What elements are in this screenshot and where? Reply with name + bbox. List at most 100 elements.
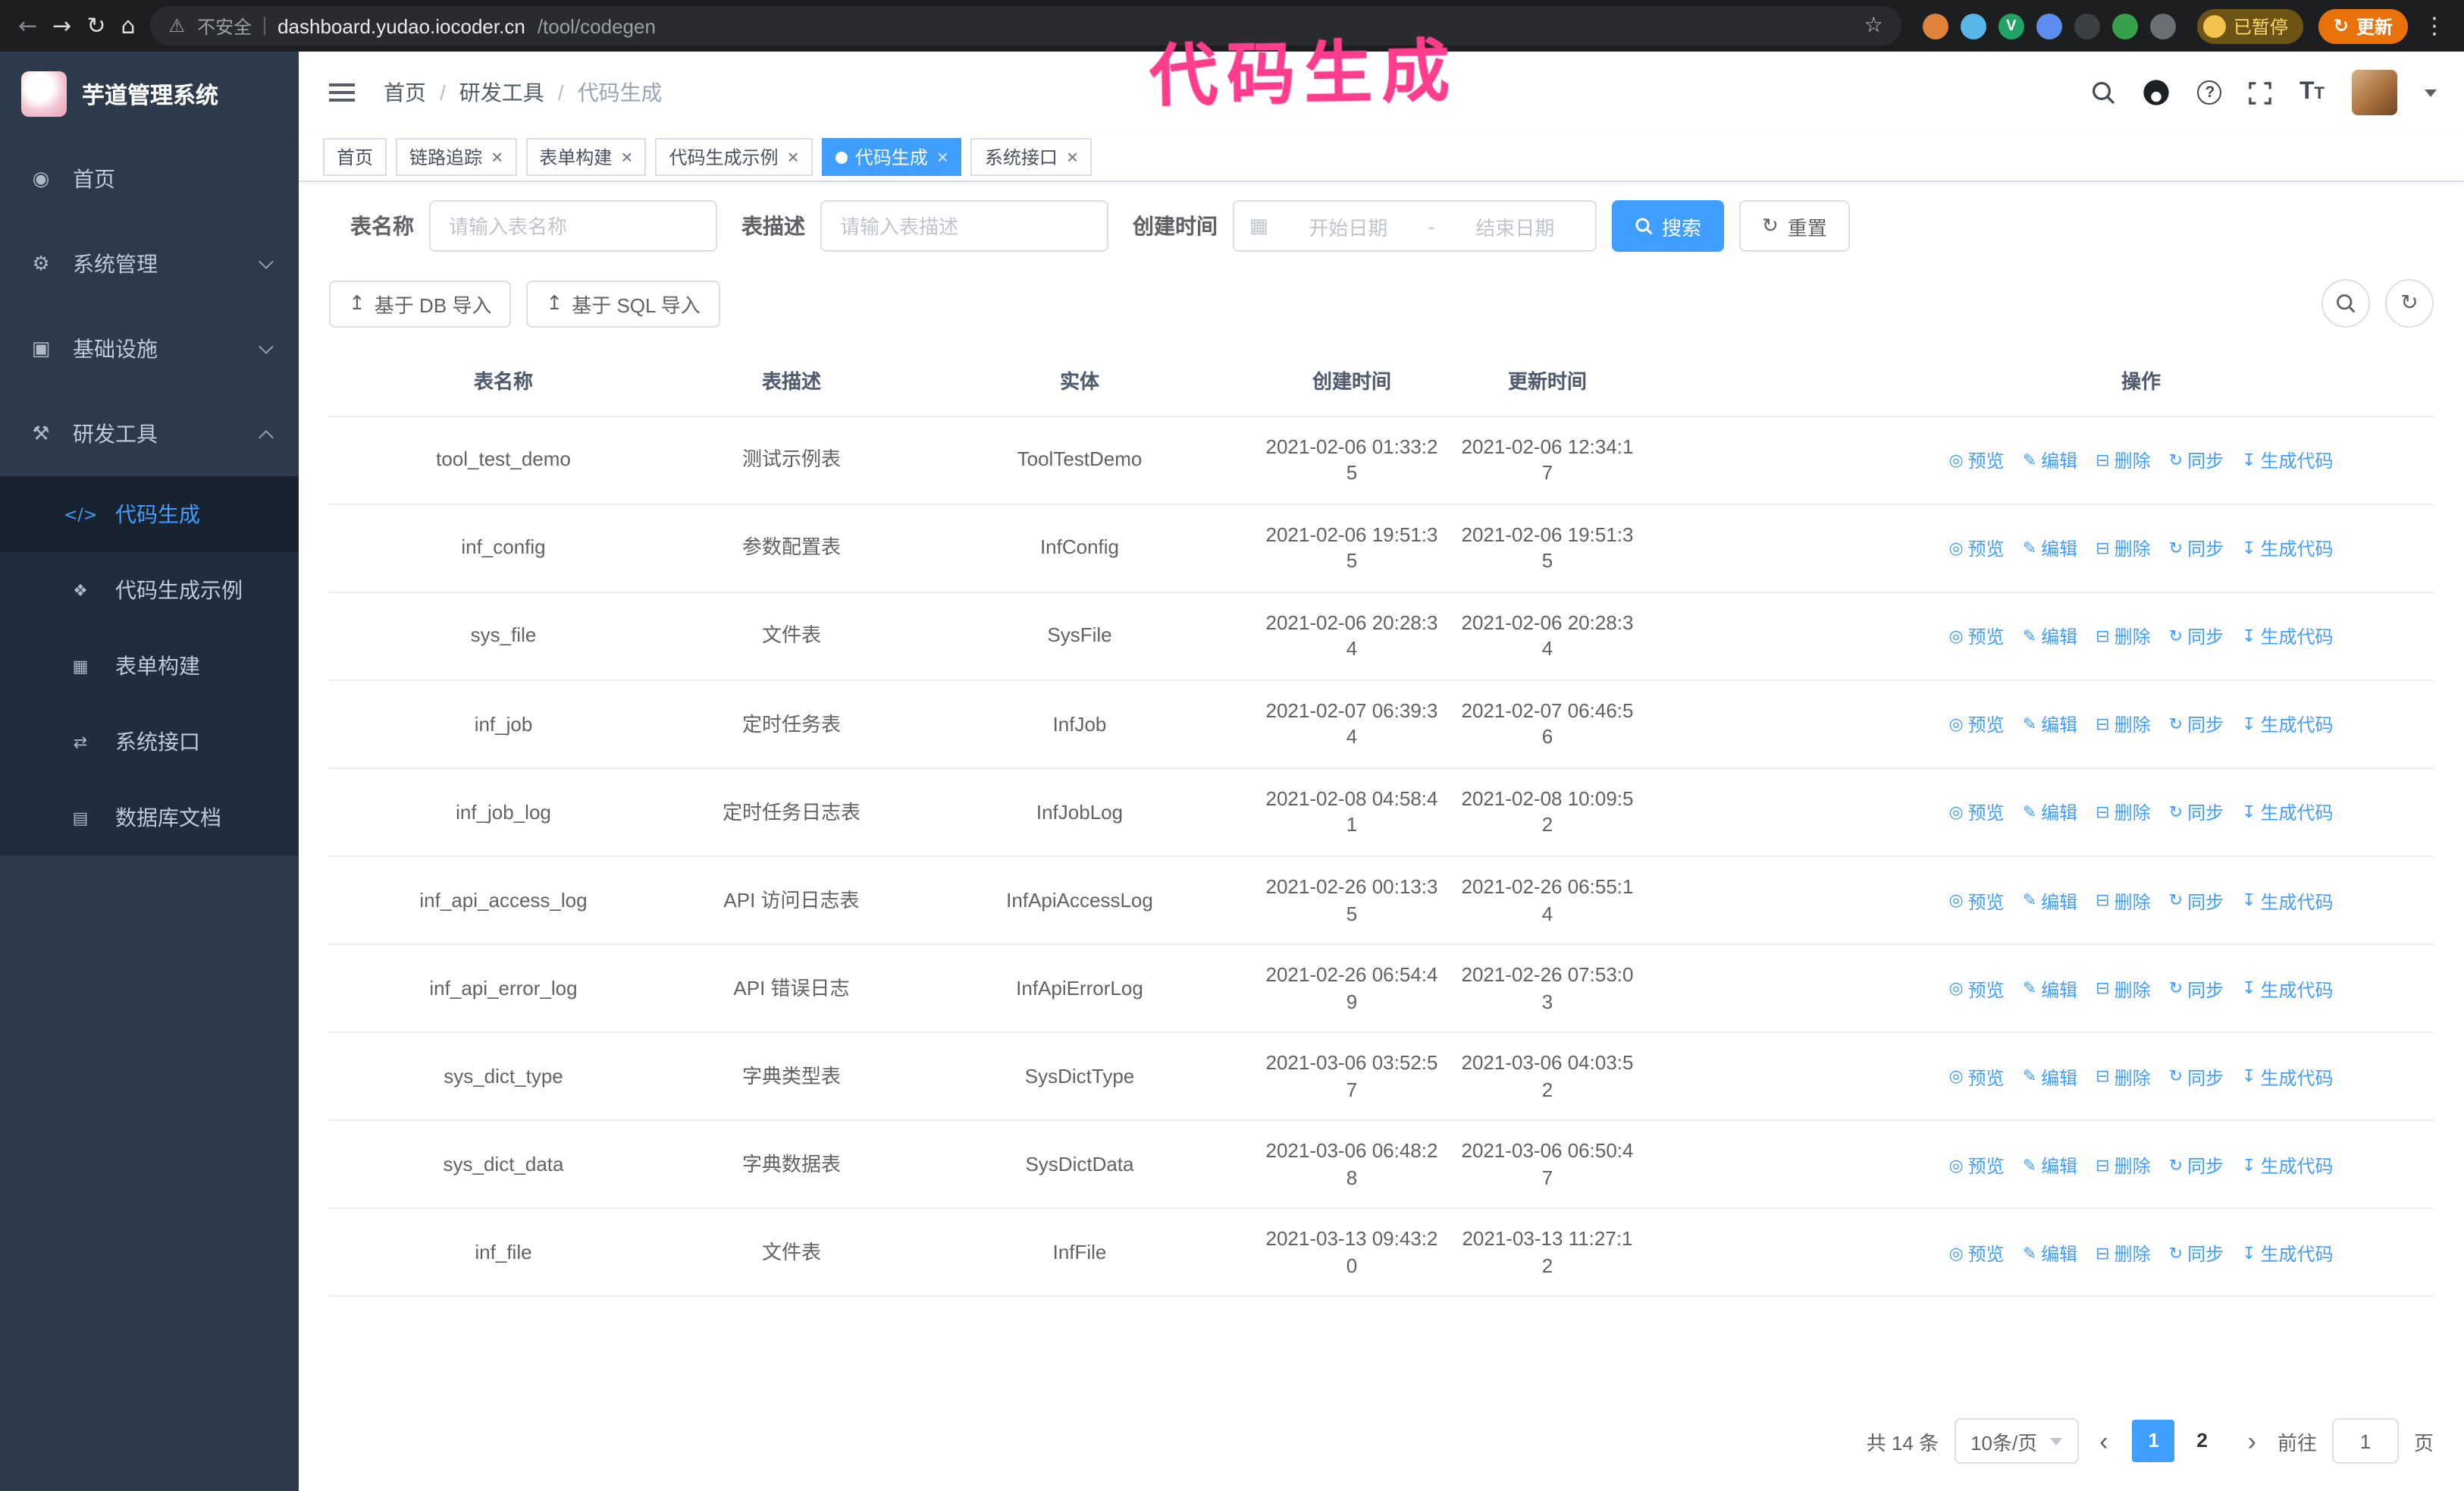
search-icon[interactable] — [2092, 80, 2116, 105]
action-delete-link[interactable]: ⊟ 删除 — [2096, 890, 2150, 914]
sidebar-subitem-db-doc[interactable]: ▤ 数据库文档 — [0, 780, 299, 855]
action-sync-link[interactable]: ↻ 同步 — [2169, 1154, 2224, 1179]
breadcrumb-item[interactable]: 研发工具 — [459, 77, 544, 108]
breadcrumb-item[interactable]: 首页 — [384, 77, 426, 108]
action-delete-link[interactable]: ⊟ 删除 — [2096, 626, 2150, 650]
close-tab-icon[interactable]: × — [621, 147, 632, 167]
sidebar-subitem-codegen-example[interactable]: ❖ 代码生成示例 — [0, 552, 299, 628]
sidebar-item-devtools[interactable]: ⚒ 研发工具 — [0, 391, 299, 476]
tab-home[interactable]: 首页 — [323, 138, 387, 176]
import-sql-button[interactable]: ↥ 基于 SQL 导入 — [526, 280, 720, 327]
tab-tracing[interactable]: 链路追踪 × — [396, 138, 517, 176]
table-name-input[interactable] — [429, 200, 717, 252]
action-sync-link[interactable]: ↻ 同步 — [2169, 714, 2224, 738]
action-edit-link[interactable]: ✎ 编辑 — [2023, 449, 2077, 473]
action-generate-link[interactable]: ↧ 生成代码 — [2242, 449, 2333, 473]
action-preview-link[interactable]: ◎ 预览 — [1948, 449, 2004, 473]
action-delete-link[interactable]: ⊟ 删除 — [2096, 714, 2150, 738]
close-tab-icon[interactable]: × — [491, 147, 503, 167]
action-edit-link[interactable]: ✎ 编辑 — [2023, 537, 2077, 561]
font-size-icon[interactable]: TT — [2299, 80, 2324, 105]
github-icon[interactable] — [2143, 79, 2171, 106]
paused-badge[interactable]: 已暂停 — [2196, 8, 2303, 43]
close-tab-icon[interactable]: × — [1067, 147, 1078, 167]
action-generate-link[interactable]: ↧ 生成代码 — [2242, 714, 2333, 738]
home-icon[interactable]: ⌂ — [121, 12, 135, 39]
tab-form-builder[interactable]: 表单构建 × — [525, 138, 647, 176]
bookmark-star-icon[interactable]: ☆ — [1864, 14, 1883, 38]
reload-icon[interactable]: ↻ — [86, 12, 105, 39]
app-logo[interactable]: 芋道管理系统 — [0, 52, 299, 137]
action-delete-link[interactable]: ⊟ 删除 — [2096, 978, 2150, 1002]
goto-page-input[interactable] — [2331, 1418, 2399, 1464]
action-edit-link[interactable]: ✎ 编辑 — [2023, 802, 2077, 826]
toggle-search-button[interactable] — [2321, 279, 2370, 328]
update-button[interactable]: ↻ 更新 — [2318, 8, 2408, 43]
refresh-table-button[interactable]: ↻ — [2385, 279, 2434, 328]
extension-icon-ext-2[interactable] — [1960, 13, 1986, 39]
action-generate-link[interactable]: ↧ 生成代码 — [2242, 978, 2333, 1002]
action-edit-link[interactable]: ✎ 编辑 — [2023, 890, 2077, 914]
action-delete-link[interactable]: ⊟ 删除 — [2096, 537, 2150, 561]
action-delete-link[interactable]: ⊟ 删除 — [2096, 1154, 2150, 1179]
action-delete-link[interactable]: ⊟ 删除 — [2096, 449, 2150, 473]
date-range-picker[interactable]: ▦ 开始日期 - 结束日期 — [1233, 200, 1597, 252]
extension-icon-ext-6[interactable] — [2111, 13, 2138, 39]
action-preview-link[interactable]: ◎ 预览 — [1948, 1066, 2004, 1091]
action-generate-link[interactable]: ↧ 生成代码 — [2242, 537, 2333, 561]
collapse-sidebar-button[interactable] — [326, 77, 356, 108]
action-generate-link[interactable]: ↧ 生成代码 — [2242, 1242, 2333, 1267]
avatar-dropdown-icon[interactable] — [2425, 89, 2437, 96]
reset-button[interactable]: ↻ 重置 — [1739, 200, 1850, 252]
sidebar-item-system[interactable]: ⚙ 系统管理 — [0, 221, 299, 306]
extension-icon-ext-3[interactable]: V — [1998, 13, 2024, 39]
action-edit-link[interactable]: ✎ 编辑 — [2023, 714, 2077, 738]
action-preview-link[interactable]: ◎ 预览 — [1948, 890, 2004, 914]
close-tab-icon[interactable]: × — [788, 147, 799, 167]
action-sync-link[interactable]: ↻ 同步 — [2169, 537, 2224, 561]
sidebar-item-home[interactable]: ◉ 首页 — [0, 137, 299, 221]
extension-icon-ext-1[interactable] — [1922, 13, 1948, 39]
action-sync-link[interactable]: ↻ 同步 — [2169, 449, 2224, 473]
tab-system-api[interactable]: 系统接口 × — [970, 138, 1092, 176]
help-icon[interactable]: ? — [2197, 80, 2222, 105]
action-edit-link[interactable]: ✎ 编辑 — [2023, 1242, 2077, 1267]
action-generate-link[interactable]: ↧ 生成代码 — [2242, 802, 2333, 826]
tab-codegen[interactable]: 代码生成 × — [821, 138, 962, 176]
action-delete-link[interactable]: ⊟ 删除 — [2096, 1066, 2150, 1091]
extension-icon-ext-7[interactable] — [2149, 13, 2176, 39]
action-edit-link[interactable]: ✎ 编辑 — [2023, 1154, 2077, 1179]
action-preview-link[interactable]: ◎ 预览 — [1948, 626, 2004, 650]
action-edit-link[interactable]: ✎ 编辑 — [2023, 978, 2077, 1002]
action-edit-link[interactable]: ✎ 编辑 — [2023, 1066, 2077, 1091]
tab-codegen-example[interactable]: 代码生成示例 × — [655, 138, 813, 176]
action-delete-link[interactable]: ⊟ 删除 — [2096, 1242, 2150, 1267]
sidebar-subitem-codegen[interactable]: </> 代码生成 — [0, 476, 299, 552]
action-preview-link[interactable]: ◎ 预览 — [1948, 1154, 2004, 1179]
sidebar-subitem-form-builder[interactable]: ▦ 表单构建 — [0, 628, 299, 704]
action-preview-link[interactable]: ◎ 预览 — [1948, 537, 2004, 561]
search-button[interactable]: 搜索 — [1612, 200, 1725, 252]
action-delete-link[interactable]: ⊟ 删除 — [2096, 802, 2150, 826]
action-sync-link[interactable]: ↻ 同步 — [2169, 802, 2224, 826]
action-sync-link[interactable]: ↻ 同步 — [2169, 978, 2224, 1002]
action-preview-link[interactable]: ◎ 预览 — [1948, 1242, 2004, 1267]
extension-icon-ext-5[interactable] — [2074, 13, 2100, 39]
action-sync-link[interactable]: ↻ 同步 — [2169, 1066, 2224, 1091]
next-page-button[interactable]: › — [2242, 1428, 2262, 1454]
action-generate-link[interactable]: ↧ 生成代码 — [2242, 1154, 2333, 1179]
back-icon[interactable]: ← — [18, 12, 37, 39]
action-sync-link[interactable]: ↻ 同步 — [2169, 890, 2224, 914]
extension-icon-ext-4[interactable] — [2036, 13, 2062, 39]
sidebar-item-infra[interactable]: ▣ 基础设施 — [0, 306, 299, 391]
forward-icon[interactable]: → — [52, 12, 71, 39]
action-sync-link[interactable]: ↻ 同步 — [2169, 1242, 2224, 1267]
action-preview-link[interactable]: ◎ 预览 — [1948, 714, 2004, 738]
close-tab-icon[interactable]: × — [937, 147, 948, 167]
action-preview-link[interactable]: ◎ 预览 — [1948, 802, 2004, 826]
fullscreen-icon[interactable] — [2249, 81, 2272, 104]
browser-menu-icon[interactable]: ⋮ — [2423, 12, 2446, 39]
import-db-button[interactable]: ↥ 基于 DB 导入 — [329, 280, 512, 327]
action-generate-link[interactable]: ↧ 生成代码 — [2242, 1066, 2333, 1091]
action-edit-link[interactable]: ✎ 编辑 — [2023, 626, 2077, 650]
